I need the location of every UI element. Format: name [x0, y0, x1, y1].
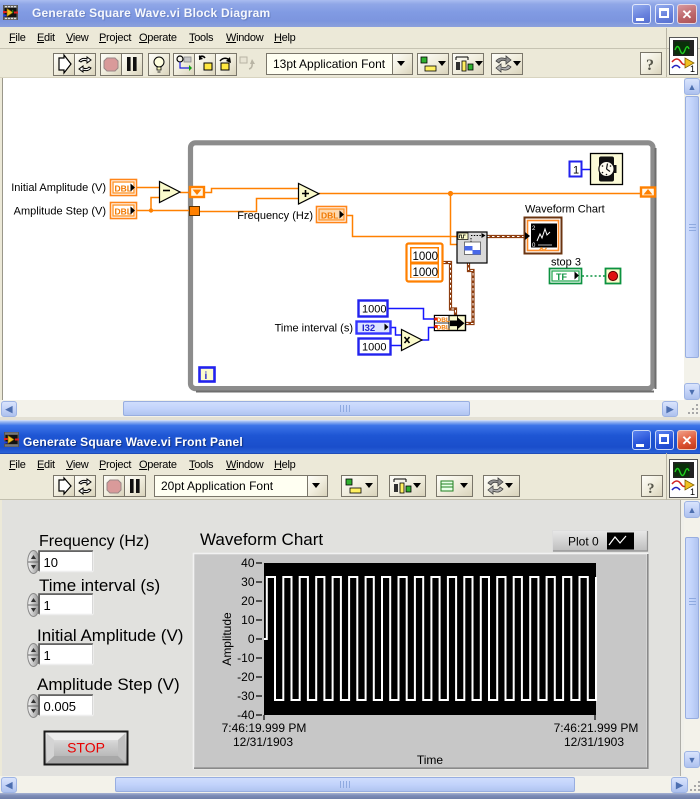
svg-text:Waveform Chart: Waveform Chart	[525, 204, 605, 216]
svg-text:10: 10	[241, 613, 255, 627]
svg-text:1000: 1000	[413, 251, 439, 263]
svg-text:i: i	[205, 371, 208, 382]
svg-text:Time interval (s): Time interval (s)	[275, 323, 353, 335]
svg-text:1: 1	[573, 165, 579, 177]
svg-text:DBL: DBL	[437, 325, 450, 332]
svg-text:20pt Application Font: 20pt Application Font	[161, 479, 274, 493]
svg-text:DBL: DBL	[115, 207, 132, 217]
svg-text:Plot 0: Plot 0	[568, 535, 599, 549]
svg-text:Amplitude: Amplitude	[220, 612, 234, 666]
svg-text:stop 3: stop 3	[551, 257, 581, 269]
svg-text:Amplitude Step (V): Amplitude Step (V)	[14, 206, 106, 218]
svg-text:?: ?	[646, 57, 654, 74]
svg-text:10: 10	[44, 555, 58, 570]
svg-text:13pt Application Font: 13pt Application Font	[273, 57, 386, 71]
svg-text:1000: 1000	[362, 342, 386, 354]
svg-text:-20: -20	[237, 670, 255, 684]
svg-text:12/31/1903: 12/31/1903	[564, 735, 624, 749]
svg-text:20: 20	[241, 594, 255, 608]
svg-text:DBL: DBL	[321, 211, 338, 221]
svg-text:7:46:19.999 PM: 7:46:19.999 PM	[222, 721, 307, 735]
svg-text:12/31/1903: 12/31/1903	[233, 735, 293, 749]
svg-text:30: 30	[241, 575, 255, 589]
svg-text:DBL: DBL	[115, 184, 132, 194]
svg-text:Initial Amplitude (V): Initial Amplitude (V)	[11, 182, 106, 194]
svg-text:1: 1	[690, 487, 695, 497]
svg-text:-10: -10	[237, 651, 255, 665]
svg-text:7:46:21.999 PM: 7:46:21.999 PM	[554, 721, 639, 735]
svg-text:STOP: STOP	[67, 740, 105, 756]
svg-text:1: 1	[44, 598, 51, 613]
svg-text:DBL: DBL	[437, 317, 450, 324]
svg-text:1: 1	[44, 648, 51, 663]
svg-text:0.005: 0.005	[44, 699, 77, 714]
svg-text:Frequency (Hz): Frequency (Hz)	[237, 210, 313, 222]
svg-text:Time: Time	[417, 753, 444, 767]
svg-text:TF: TF	[556, 272, 567, 282]
svg-text:40: 40	[241, 556, 255, 570]
svg-text:I32: I32	[362, 323, 375, 334]
svg-text:0: 0	[248, 632, 255, 646]
svg-text:1000: 1000	[362, 304, 386, 316]
svg-text:?: ?	[647, 481, 655, 497]
svg-text:-40: -40	[237, 708, 255, 722]
svg-text:1: 1	[690, 64, 695, 74]
svg-text:1000: 1000	[413, 267, 439, 279]
svg-text:-30: -30	[237, 689, 255, 703]
